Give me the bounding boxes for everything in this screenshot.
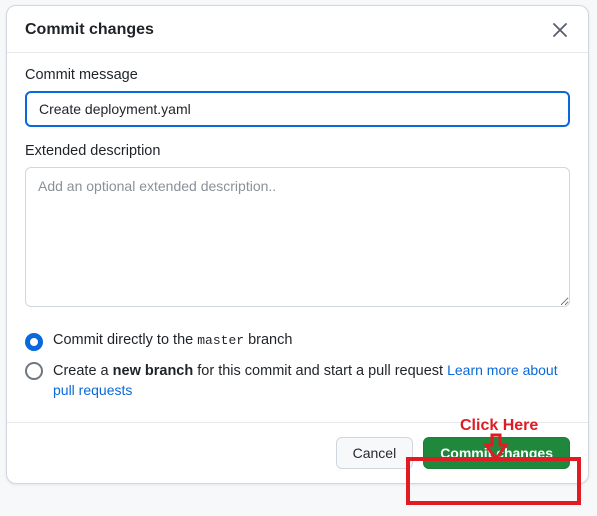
dialog-body: Commit message Extended description Comm… [7, 53, 588, 422]
close-icon[interactable] [550, 20, 570, 40]
radio-commit-direct-label: Commit directly to the master branch [53, 332, 292, 348]
extended-description-input[interactable] [25, 167, 570, 307]
commit-message-label: Commit message [25, 67, 570, 83]
dialog-footer: Cancel Commit changes [7, 422, 588, 483]
extended-description-label: Extended description [25, 143, 570, 159]
radio-icon[interactable] [25, 333, 43, 351]
radio-commit-direct[interactable]: Commit directly to the master branch [25, 332, 570, 351]
cancel-button[interactable]: Cancel [336, 437, 414, 469]
radio-new-branch-label: Create a new branch for this commit and … [53, 361, 570, 402]
commit-dialog: Commit changes Commit message Extended d… [6, 5, 589, 484]
radio-icon[interactable] [25, 362, 43, 380]
dialog-title: Commit changes [25, 21, 154, 39]
commit-changes-button[interactable]: Commit changes [423, 437, 570, 469]
radio-new-branch[interactable]: Create a new branch for this commit and … [25, 361, 570, 402]
dialog-header: Commit changes [7, 6, 588, 53]
commit-message-input[interactable] [25, 91, 570, 127]
commit-target-radio-group: Commit directly to the master branch Cre… [25, 332, 570, 402]
